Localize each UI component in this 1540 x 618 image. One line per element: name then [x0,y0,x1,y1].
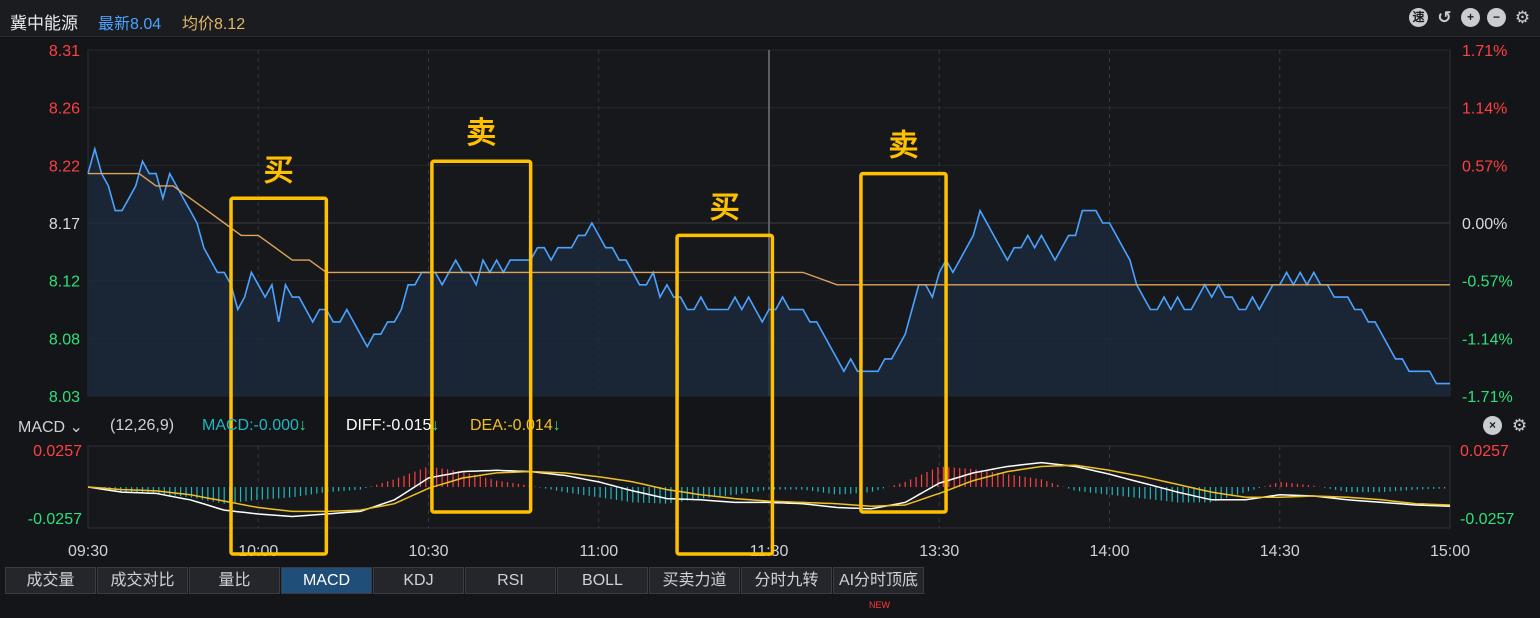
intraday-chart[interactable]: 8.31 1.71% 8.26 1.14% 8.22 0.57% 8.17 0.00% 8.12… [0,36,1540,566]
price-tick-label: 8.17 [49,216,80,233]
indicator-selector[interactable]: MACD ⌄ [18,417,83,437]
time-tick-label: 14:30 [1260,543,1300,560]
time-tick-label: 13:30 [919,543,959,560]
price-tick-label: 8.08 [49,331,80,348]
signal-label: 卖 [466,116,496,151]
price-tick-label: 8.03 [49,389,80,406]
price-tick-label: 8.22 [49,158,80,175]
undo-icon[interactable]: ↺ [1435,8,1454,27]
dea-value: DEA:-0.014↓ [470,417,561,434]
indicator-bar: MACD ⌄ (12,26,9) MACD:-0.000↓ DIFF:-0.01… [0,412,1540,440]
signal-label: 买 [264,153,294,188]
time-tick-label: 09:30 [68,543,108,560]
diff-value: DIFF:-0.015↓ [346,417,440,434]
pct-tick-label: 0.57% [1462,158,1507,175]
avg-price: 均价8.12 [182,16,246,33]
pct-tick-label: 1.14% [1462,101,1507,118]
tab-9[interactable]: AI分时顶底NEW [833,567,924,610]
pct-tick-label: 1.71% [1462,43,1507,60]
toolbar-icons: 速 ↺ + − ⚙ [1409,8,1532,27]
macd-tick-label: -0.0257 [28,511,82,528]
price-tick-label: 8.26 [49,101,80,118]
signal-label: 卖 [888,129,918,164]
pct-tick-label: -1.71% [1462,389,1513,406]
macd-tick-label-right: -0.0257 [1460,511,1514,528]
time-tick-label: 10:00 [238,543,278,560]
tab-6[interactable]: BOLL [557,567,648,594]
time-tick-label: 14:00 [1089,543,1129,560]
tab-8[interactable]: 分时九转 [741,567,832,594]
time-tick-label: 15:00 [1430,543,1470,560]
tab-1[interactable]: 成交对比 [97,567,188,594]
macd-value: MACD:-0.000↓ [202,417,307,434]
tab-7[interactable]: 买卖力道 [649,567,740,594]
tab-5[interactable]: RSI [465,567,556,594]
price-tick-label: 8.12 [49,274,80,291]
tab-0[interactable]: 成交量 [5,567,96,594]
time-tick-label: 11:00 [579,543,618,560]
macd-tick-label: 0.0257 [33,443,82,460]
stock-header: 冀中能源 最新8.04 均价8.12 速 ↺ + − ⚙ [0,0,1540,37]
signal-label: 买 [710,190,740,225]
macd-tick-label-right: 0.0257 [1460,443,1509,460]
indicator-tabs: 成交量 成交对比 量比 MACD KDJ RSI BOLL 买卖力道 分时九转 AI分时顶底NEW [5,567,925,610]
price-tick-label: 8.31 [49,43,80,60]
pct-tick-label: -1.14% [1462,331,1513,348]
pct-tick-label: 0.00% [1462,216,1507,233]
tab-2[interactable]: 量比 [189,567,280,594]
tab-4[interactable]: KDJ [373,567,464,594]
last-price: 最新8.04 [98,16,162,33]
speed-icon[interactable]: 速 [1409,8,1428,27]
zoom-out-icon[interactable]: − [1487,8,1506,27]
time-tick-label: 11:30 [750,543,789,560]
indicator-params: (12,26,9) [110,417,175,434]
gear-icon[interactable]: ⚙ [1513,8,1532,27]
stock-name: 冀中能源 [10,14,78,33]
close-indicator-icon[interactable]: × [1483,416,1502,435]
zoom-in-icon[interactable]: + [1461,8,1480,27]
time-tick-label: 10:30 [408,543,448,560]
indicator-settings-icon[interactable]: ⚙ [1510,416,1529,435]
tab-3[interactable]: MACD [281,567,372,594]
pct-tick-label: -0.57% [1462,274,1513,291]
